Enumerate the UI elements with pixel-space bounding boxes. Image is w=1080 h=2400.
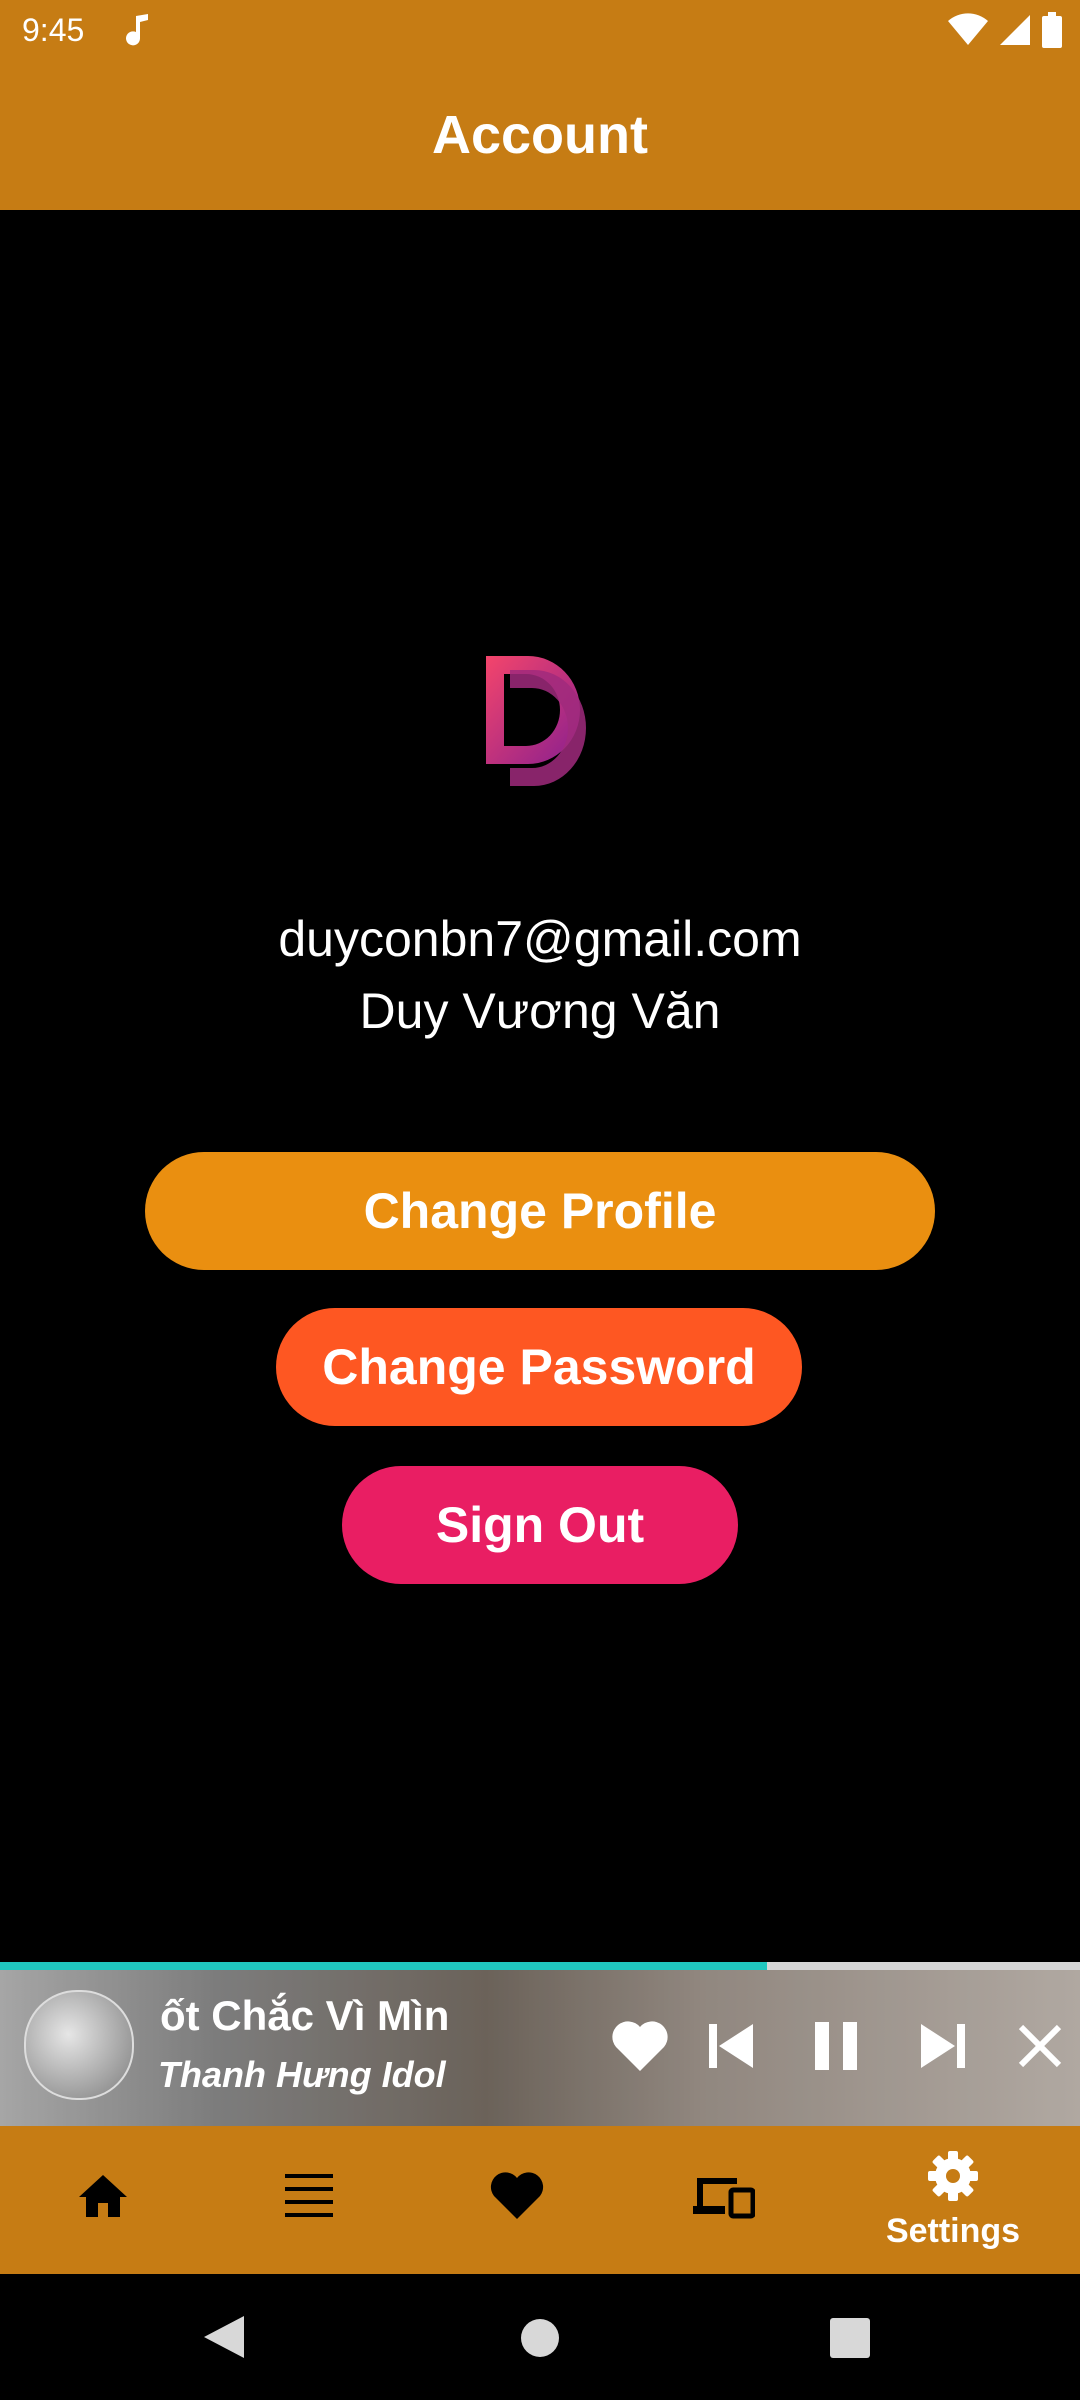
home-circle-icon (521, 2319, 559, 2357)
wifi-icon (948, 13, 988, 52)
bottom-navigation: Settings (0, 2126, 1080, 2274)
change-profile-button[interactable]: Change Profile (145, 1152, 935, 1270)
battery-icon (1042, 12, 1062, 53)
heart-icon (610, 2019, 670, 2078)
favorite-button[interactable] (604, 2012, 676, 2084)
home-icon (77, 2173, 129, 2224)
sign-out-button[interactable]: Sign Out (342, 1466, 738, 1584)
recents-button[interactable] (830, 2318, 870, 2363)
pause-button[interactable] (800, 2012, 872, 2084)
back-triangle-icon (204, 2316, 244, 2358)
album-art[interactable] (24, 1990, 134, 2100)
mini-player[interactable]: ốt Chắc Vì Mìn Thanh Hưng Idol (0, 1970, 1080, 2126)
devices-icon (691, 2172, 756, 2225)
status-icons (948, 12, 1062, 53)
nav-settings[interactable]: Settings (850, 2126, 1056, 2274)
pause-icon (811, 2020, 861, 2077)
back-button[interactable] (202, 2314, 246, 2365)
system-navigation-bar (0, 2274, 1080, 2400)
playback-progress-fill (0, 1962, 767, 1970)
close-player-button[interactable] (1004, 2012, 1076, 2084)
skip-next-icon (917, 2022, 967, 2075)
settings-icon (926, 2149, 980, 2208)
music-note-icon (126, 12, 152, 53)
playback-progress-bar[interactable] (0, 1962, 1080, 1970)
track-title: ốt Chắc Vì Mìn (160, 1992, 450, 2039)
status-bar: 9:45 (0, 0, 1080, 60)
nav-list[interactable] (206, 2126, 412, 2274)
page-title: Account (432, 105, 648, 165)
track-artist: Thanh Hưng Idol (158, 2054, 446, 2095)
close-icon (1017, 2023, 1063, 2074)
change-password-button[interactable]: Change Password (276, 1308, 802, 1426)
nav-home[interactable] (0, 2126, 206, 2274)
next-button[interactable] (906, 2012, 978, 2084)
app-logo (478, 650, 598, 790)
nav-devices[interactable] (620, 2126, 826, 2274)
nav-favorites[interactable] (414, 2126, 620, 2274)
user-email: duyconbn7@gmail.com (278, 911, 802, 967)
heart-icon (489, 2171, 545, 2226)
nav-settings-label: Settings (885, 2212, 1021, 2250)
previous-button[interactable] (696, 2012, 768, 2084)
app-bar: Account (0, 60, 1080, 210)
list-icon (283, 2170, 335, 2227)
signal-icon (998, 13, 1032, 52)
user-name: Duy Vương Văn (359, 983, 721, 1039)
skip-previous-icon (707, 2022, 757, 2075)
status-time: 9:45 (22, 12, 85, 48)
recents-square-icon (830, 2318, 870, 2358)
home-button[interactable] (520, 2318, 560, 2363)
